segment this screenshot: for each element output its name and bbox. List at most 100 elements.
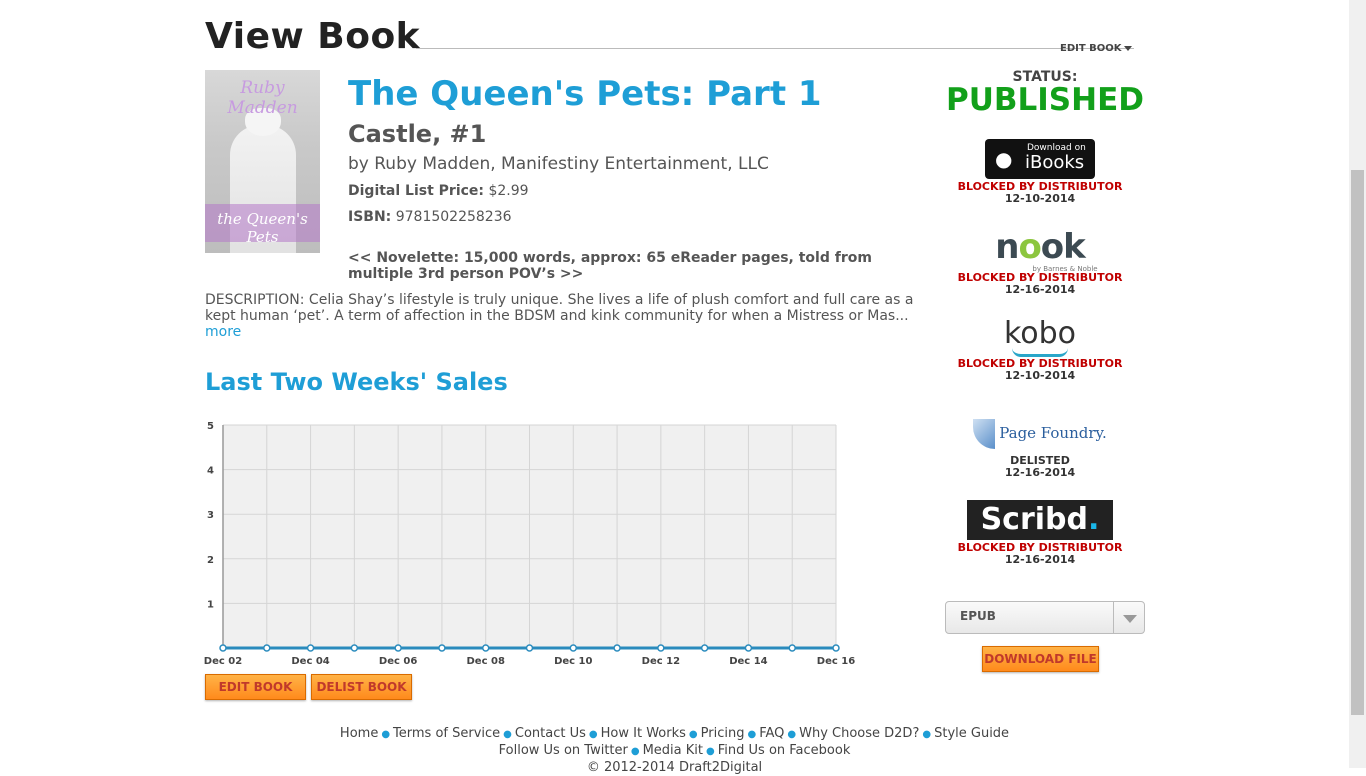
footer-link-style-guide[interactable]: Style Guide	[934, 726, 1009, 741]
footer-link-home[interactable]: Home	[340, 726, 378, 741]
scribd-dot-icon: .	[1088, 502, 1100, 537]
chart-data-point	[394, 644, 402, 652]
chart-data-point	[657, 644, 665, 652]
chart-y-tick-label: 2	[207, 555, 214, 566]
footer-link-facebook[interactable]: Find Us on Facebook	[718, 743, 851, 758]
distributor-scribd: Scribd. BLOCKED BY DISTRIBUTOR 12-16-201…	[945, 500, 1135, 566]
chart-y-tick-label: 1	[207, 599, 214, 610]
distributor-ibooks: ● Download on iBooks BLOCKED BY DISTRIBU…	[945, 139, 1135, 205]
format-select[interactable]: EPUB	[945, 601, 1145, 634]
format-select-toggle[interactable]	[1113, 602, 1144, 633]
more-link[interactable]: more	[205, 324, 241, 340]
sales-chart: 1 2 3 4 5 Dec 02 Dec 04 Dec 06 Dec 08 Dec 10 Dec 1…	[204, 421, 855, 667]
footer: Home ● Terms of Service ● Contact Us ● How It …	[0, 726, 1349, 776]
chart-x-tick-label: Dec 04	[291, 656, 329, 667]
chart-x-tick-label: Dec 06	[379, 656, 417, 667]
chart-data-point	[306, 644, 315, 652]
scrollbar-thumb[interactable]	[1351, 170, 1364, 715]
chart-x-tick-label: Dec 12	[642, 656, 680, 667]
chart-x-tick-label: Dec 16	[817, 656, 855, 667]
edit-book-button[interactable]: EDIT BOOK	[205, 674, 306, 700]
chart-x-tick-label: Dec 10	[554, 656, 592, 667]
page-foundry-logo-text: Page Foundry.	[999, 424, 1107, 442]
isbn-label: ISBN:	[348, 209, 392, 225]
footer-link-twitter[interactable]: Follow Us on Twitter	[499, 743, 628, 758]
page-leaf-icon	[973, 419, 996, 449]
footer-link-contact[interactable]: Contact Us	[515, 726, 586, 741]
book-series: Castle, #1	[348, 120, 487, 148]
scrollbar[interactable]	[1349, 0, 1366, 768]
scribd-logo[interactable]: Scribd.	[967, 500, 1113, 540]
book-title: The Queen's Pets: Part 1	[348, 74, 822, 114]
edit-book-menu-label: EDIT BOOK	[1060, 43, 1122, 54]
apple-icon: ●	[995, 147, 1013, 171]
format-select-value: EPUB	[960, 609, 996, 623]
page-title: View Book	[205, 16, 421, 57]
chart-y-tick-label: 5	[207, 421, 214, 432]
distributor-date: 12-16-2014	[1004, 466, 1076, 479]
distributor-nook: nook by Barnes & Noble BLOCKED BY DISTRIB…	[945, 228, 1135, 296]
footer-link-faq[interactable]: FAQ	[759, 726, 784, 741]
price-label: Digital List Price:	[348, 183, 485, 199]
footer-link-how-it-works[interactable]: How It Works	[601, 726, 686, 741]
chart-data-point	[700, 644, 709, 652]
distributor-date: 12-10-2014	[1004, 369, 1076, 382]
footer-copyright: © 2012-2014 Draft2Digital	[586, 760, 763, 775]
bullet-icon: ●	[787, 729, 797, 740]
sales-title: Last Two Weeks' Sales	[205, 368, 508, 396]
book-tagline: << Novelette: 15,000 words, approx: 65 e…	[348, 250, 872, 282]
chart-data-point	[788, 644, 796, 652]
chevron-down-icon	[1123, 615, 1137, 623]
chart-data-point	[613, 644, 621, 652]
book-isbn: ISBN: 9781502258236	[348, 209, 512, 225]
distributor-date: 12-10-2014	[1004, 192, 1076, 205]
cover-title-text: the Queen's Pets	[217, 210, 308, 246]
book-description: DESCRIPTION: Celia Shay’s lifestyle is t…	[205, 292, 915, 340]
chart-data-point	[832, 644, 840, 652]
isbn-value: 9781502258236	[395, 209, 512, 225]
chart-x-tick-label: Dec 14	[729, 656, 767, 667]
chart-data-point	[350, 644, 359, 652]
chart-data-point	[744, 644, 753, 652]
footer-link-pricing[interactable]: Pricing	[701, 726, 745, 741]
edit-book-menu[interactable]: EDIT BOOK	[1060, 43, 1132, 54]
distributor-page-foundry: Page Foundry. DELISTED 12-16-2014	[945, 411, 1135, 479]
footer-link-media-kit[interactable]: Media Kit	[643, 743, 703, 758]
book-byline: by Ruby Madden, Manifestiny Entertainmen…	[348, 154, 769, 174]
ibooks-logo[interactable]: ● Download on iBooks	[985, 139, 1095, 179]
delist-book-button[interactable]: DELIST BOOK	[311, 674, 412, 700]
chart-y-tick-label: 3	[207, 510, 214, 521]
nook-logo[interactable]: nook by Barnes & Noble	[945, 228, 1135, 273]
distributor-date: 12-16-2014	[1004, 283, 1076, 296]
bullet-icon: ●	[688, 729, 698, 740]
bullet-icon: ●	[503, 729, 512, 740]
status-value: PUBLISHED	[946, 82, 1144, 118]
page-foundry-logo[interactable]: Page Foundry.	[945, 411, 1135, 455]
download-file-button[interactable]: DOWNLOAD FILE	[982, 646, 1099, 672]
kobo-logo-text: kobo	[1003, 316, 1077, 351]
chart-data-point	[263, 644, 271, 652]
footer-row-2: Follow Us on Twitter ● Media Kit ● Find Us o…	[0, 743, 1349, 760]
chart-data-point	[569, 644, 578, 652]
bullet-icon: ●	[381, 729, 391, 740]
distributor-date: 12-16-2014	[1004, 553, 1076, 566]
chart-data-point	[219, 644, 227, 652]
bullet-icon: ●	[588, 729, 598, 740]
cover-author-text: Ruby Madden	[227, 78, 298, 118]
caret-down-icon	[1123, 45, 1132, 51]
scribd-logo-text: Scribd	[980, 502, 1088, 537]
chart-y-tick-label: 4	[207, 466, 214, 477]
footer-link-terms[interactable]: Terms of Service	[393, 726, 500, 741]
chart-data-point	[525, 644, 534, 652]
price-value: $2.99	[488, 183, 529, 199]
book-price: Digital List Price: $2.99	[348, 183, 529, 199]
footer-row-1: Home ● Terms of Service ● Contact Us ● How It …	[0, 726, 1349, 743]
description-text: DESCRIPTION: Celia Shay’s lifestyle is t…	[205, 292, 914, 324]
kobo-logo[interactable]: kobo	[945, 318, 1135, 358]
bullet-icon: ●	[706, 746, 715, 757]
chart-x-tick-label: Dec 08	[467, 656, 505, 667]
book-cover: Ruby Madden the Queen's Pets	[205, 70, 320, 253]
distributor-kobo: kobo BLOCKED BY DISTRIBUTOR 12-10-2014	[945, 318, 1135, 382]
footer-link-why-d2d[interactable]: Why Choose D2D?	[799, 726, 919, 741]
bullet-icon: ●	[630, 746, 640, 757]
